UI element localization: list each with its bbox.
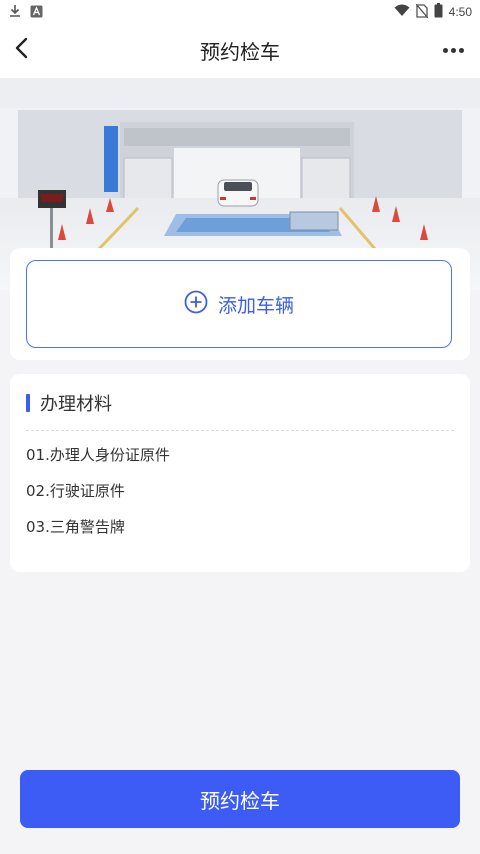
section-accent-bar [26, 394, 30, 412]
materials-card: 办理材料 01.办理人身份证原件 02.行驶证原件 03.三角警告牌 [10, 374, 470, 572]
clock-time: 4:50 [448, 5, 472, 19]
back-arrow-icon [14, 37, 30, 63]
no-sim-icon [415, 3, 429, 21]
add-vehicle-button[interactable]: 添加车辆 [26, 260, 452, 348]
list-item: 03.三角警告牌 [26, 518, 125, 536]
divider [26, 430, 454, 431]
plus-circle-icon [184, 290, 208, 318]
add-vehicle-label: 添加车辆 [217, 294, 294, 317]
back-button[interactable] [6, 34, 38, 66]
download-icon [8, 3, 22, 22]
status-bar: 4:50 [0, 0, 480, 22]
more-dot-icon [450, 47, 456, 53]
list-item: 01.办理人身份证原件 [26, 446, 170, 464]
book-inspection-button[interactable]: 预约检车 [20, 770, 460, 828]
list-item: 02.行驶证原件 [26, 482, 125, 500]
materials-section-header: 办理材料 [26, 390, 112, 416]
wifi-icon [394, 4, 410, 20]
more-dot-icon [442, 47, 448, 53]
materials-list: 01.办理人身份证原件 02.行驶证原件 03.三角警告牌 [26, 444, 170, 552]
app-notification-icon [30, 3, 43, 22]
page-title: 预约检车 [200, 40, 280, 64]
materials-title: 办理材料 [40, 394, 112, 415]
add-vehicle-card: 添加车辆 [10, 248, 470, 360]
more-dot-icon [458, 47, 464, 53]
more-options-button[interactable] [440, 38, 466, 62]
battery-icon [434, 3, 443, 21]
nav-bar: 预约检车 [0, 22, 480, 78]
